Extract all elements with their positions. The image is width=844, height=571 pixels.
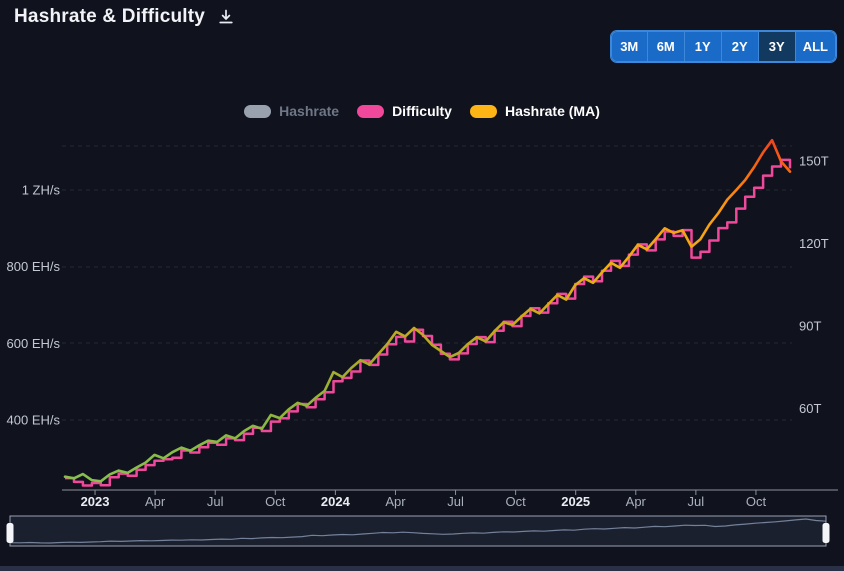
range-button-2y[interactable]: 2Y	[721, 31, 759, 62]
range-button-6m[interactable]: 6M	[647, 31, 685, 62]
hashrate-difficulty-chart[interactable]: 1 ZH/s 800 EH/s 600 EH/s 400 EH/s 150T 120T 90…	[0, 0, 844, 571]
legend-item-difficulty[interactable]: Difficulty	[357, 103, 452, 119]
x-axis-label: Oct	[506, 494, 527, 509]
legend-swatch	[357, 104, 385, 118]
right-axis-label: 90T	[799, 319, 821, 334]
legend-label: Difficulty	[392, 103, 452, 119]
plot-hover-area[interactable]	[62, 130, 792, 492]
legend-label: Hashrate (MA)	[504, 103, 600, 119]
x-axis-label: 2023	[81, 494, 110, 509]
left-axis-label: 800 EH/s	[7, 259, 61, 274]
right-axis-label: 150T	[799, 154, 829, 169]
legend-swatch	[469, 104, 497, 118]
left-axis-label: 1 ZH/s	[22, 183, 61, 198]
legend-label: Hashrate	[279, 103, 340, 119]
left-axis-label: 400 EH/s	[7, 413, 61, 428]
right-axis-label: 120T	[799, 236, 829, 251]
range-button-3y[interactable]: 3Y	[758, 31, 796, 62]
legend-item-hashrate-ma[interactable]: Hashrate (MA)	[469, 103, 600, 119]
right-axis-label: 60T	[799, 401, 821, 416]
range-button-3m[interactable]: 3M	[610, 31, 648, 62]
x-axis-label: Oct	[265, 494, 286, 509]
x-axis-label: Apr	[626, 494, 647, 509]
x-axis-label: 2025	[561, 494, 590, 509]
x-axis-label: Jul	[688, 494, 705, 509]
range-button-1y[interactable]: 1Y	[684, 31, 722, 62]
navigator-right-handle[interactable]	[822, 523, 830, 543]
bottom-divider	[0, 566, 844, 571]
x-axis-label: Jul	[447, 494, 464, 509]
x-axis-label: Apr	[385, 494, 406, 509]
time-range-selector: 3M 6M 1Y 2Y 3Y ALL	[610, 31, 836, 62]
page-title: Hashrate & Difficulty	[14, 6, 206, 27]
chart-header: Hashrate & Difficulty	[14, 2, 234, 32]
left-axis-label: 600 EH/s	[7, 336, 61, 351]
legend-swatch	[244, 104, 272, 118]
chart-legend: Hashrate Difficulty Hashrate (MA)	[0, 100, 844, 122]
x-axis-label: Apr	[145, 494, 166, 509]
legend-item-hashrate[interactable]: Hashrate	[244, 103, 339, 119]
x-axis-label: 2024	[321, 494, 351, 509]
download-icon[interactable]	[218, 9, 234, 25]
range-button-all[interactable]: ALL	[795, 31, 836, 62]
x-axis-label: Jul	[207, 494, 224, 509]
x-axis-label: Oct	[746, 494, 767, 509]
navigator-left-handle[interactable]	[6, 523, 14, 543]
